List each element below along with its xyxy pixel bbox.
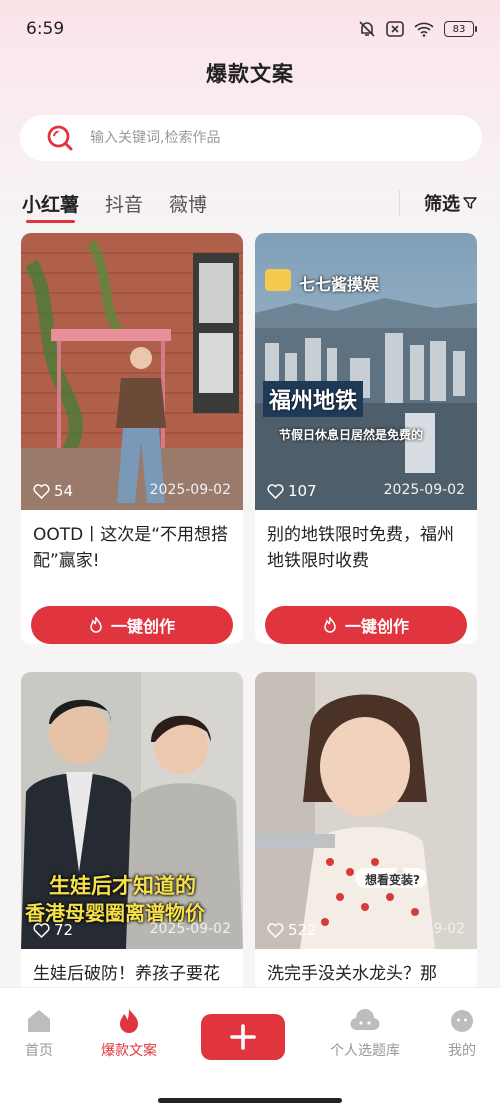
like-count: 522 — [267, 921, 317, 939]
heart-icon — [33, 922, 50, 938]
status-time: 6:59 — [26, 19, 65, 39]
cover-headline-text: 福州地铁 — [263, 381, 364, 417]
status-bar: 6:59 83 — [0, 0, 500, 58]
post-date: 2025-09-02 — [383, 921, 465, 937]
nav-home-label: 首页 — [25, 1043, 53, 1059]
create-button-label: 一键创作 — [110, 617, 175, 636]
nav-topic-library-label: 个人选题库 — [330, 1043, 400, 1059]
cover-photo-brick-wall — [21, 233, 243, 510]
content-card[interactable]: 54 2025-09-02 OOTD丨这次是“不用想搭配”赢家! 一键创作 — [21, 233, 243, 644]
filter-divider — [399, 190, 400, 216]
create-button-label: 一键创作 — [344, 617, 409, 636]
like-count-value: 522 — [288, 921, 317, 939]
flame-icon — [324, 617, 336, 633]
card-cover-image[interactable]: 想看变装? 522 2025-09-02 — [255, 672, 477, 949]
bell-muted-icon — [359, 21, 375, 37]
post-date: 2025-09-02 — [149, 921, 231, 937]
nav-topic-library[interactable]: 个人选题库 — [325, 1008, 405, 1060]
filter-label: 筛选 — [424, 194, 460, 215]
cover-caption-text: 节假日休息日居然是免费的 — [279, 428, 424, 442]
like-count: 107 — [267, 482, 317, 500]
cover-photo-child — [255, 672, 477, 949]
one-click-create-button[interactable]: 一键创作 — [265, 606, 467, 644]
one-click-create-button[interactable]: 一键创作 — [31, 606, 233, 644]
nav-viral-copy-label: 爆款文案 — [101, 1043, 157, 1059]
like-count-value: 72 — [54, 921, 74, 939]
heart-icon — [267, 483, 284, 499]
content-card[interactable]: 想看变装? 522 2025-09-02 洗完手没关水龙头？那 — [255, 672, 477, 992]
heart-icon — [267, 922, 284, 938]
nav-profile-label: 我的 — [448, 1043, 476, 1059]
page-title: 爆款文案 — [206, 62, 294, 86]
search-bar[interactable] — [20, 115, 482, 161]
filter-button[interactable]: 筛选 — [424, 186, 477, 220]
heart-icon — [33, 483, 50, 499]
like-count-value: 54 — [54, 482, 74, 500]
search-input[interactable] — [90, 130, 450, 146]
flame-icon — [120, 1009, 138, 1033]
platform-tabs: 小红薯 抖音 薇博 筛选 — [0, 186, 500, 223]
funnel-icon — [463, 197, 477, 209]
cover-headline-line1: 生娃后才知道的 — [49, 874, 196, 898]
cloud-face-icon — [350, 1009, 380, 1031]
content-card[interactable]: 七七酱摸娱 福州地铁 节假日休息日居然是免费的 107 2025-09-02 别… — [255, 233, 477, 644]
post-date: 2025-09-02 — [383, 482, 465, 498]
like-count: 72 — [33, 921, 73, 939]
create-plus-button[interactable] — [201, 1014, 285, 1060]
tab-douyin[interactable]: 抖音 — [105, 190, 143, 217]
battery-level: 83 — [452, 23, 466, 35]
content-card[interactable]: 生娃后才知道的 香港母婴圈离谱物价 72 2025-09-02 生娃后破防！养孩… — [21, 672, 243, 992]
wifi-icon — [414, 22, 434, 37]
post-date: 2025-09-02 — [149, 482, 231, 498]
nav-viral-copy[interactable]: 爆款文案 — [89, 1008, 169, 1060]
card-title: 洗完手没关水龙头？那 — [267, 964, 437, 984]
profile-icon — [451, 1010, 473, 1032]
card-cover-image[interactable]: 七七酱摸娱 福州地铁 节假日休息日居然是免费的 107 2025-09-02 — [255, 233, 477, 510]
bottom-navigation: 首页 爆款文案 个人选题库 我的 — [0, 987, 500, 1111]
card-title: 生娃后破防！养孩子要花 — [33, 964, 220, 984]
cover-bubble-text: 想看变装? — [365, 873, 420, 887]
status-icons: 83 — [358, 20, 477, 38]
like-count-value: 107 — [288, 482, 317, 500]
home-icon — [28, 1010, 50, 1032]
sim-blocked-icon — [386, 21, 404, 37]
cover-channel-text: 七七酱摸娱 — [299, 275, 380, 294]
tab-weibo[interactable]: 薇博 — [169, 190, 207, 217]
nav-profile[interactable]: 我的 — [422, 1008, 500, 1060]
card-title: 别的地铁限时免费，福州地铁限时收费 — [267, 525, 454, 571]
battery-icon: 83 — [444, 21, 477, 37]
tab-xiaohongshu[interactable]: 小红薯 — [22, 190, 79, 223]
card-cover-image[interactable]: 生娃后才知道的 香港母婴圈离谱物价 72 2025-09-02 — [21, 672, 243, 949]
plus-icon — [230, 1024, 256, 1050]
home-indicator — [158, 1098, 342, 1103]
flame-icon — [90, 617, 102, 633]
card-title: OOTD丨这次是“不用想搭配”赢家! — [33, 525, 229, 571]
search-icon — [47, 125, 73, 151]
nav-home[interactable]: 首页 — [0, 1008, 79, 1060]
like-count: 54 — [33, 482, 73, 500]
card-cover-image[interactable]: 54 2025-09-02 — [21, 233, 243, 510]
